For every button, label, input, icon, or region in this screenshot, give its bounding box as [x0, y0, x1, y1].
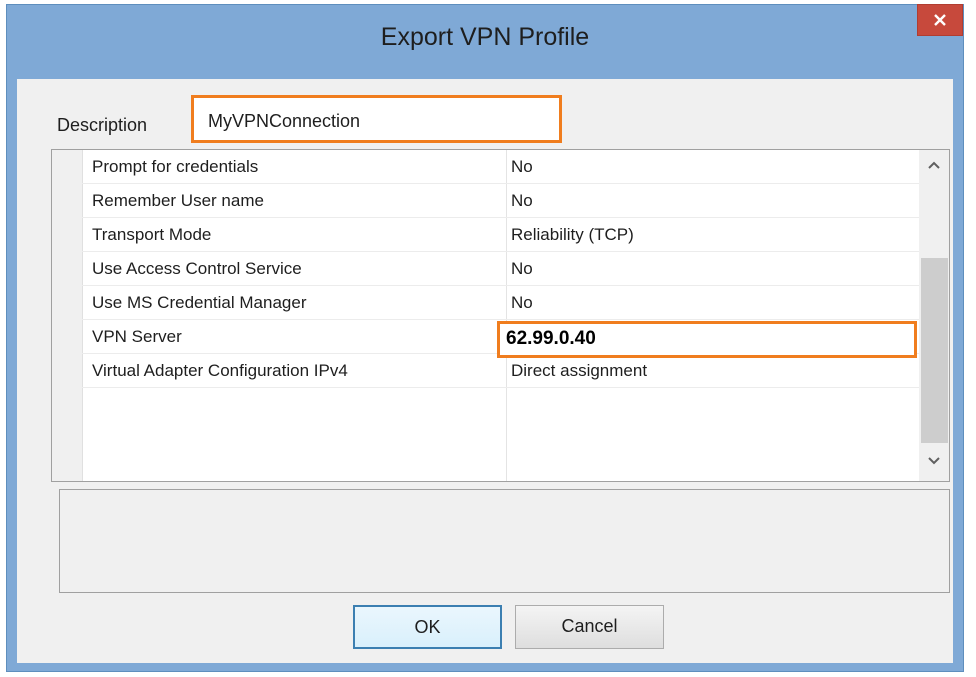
- property-row-remember-user-name[interactable]: Remember User name No: [82, 184, 920, 218]
- close-button[interactable]: [917, 4, 963, 36]
- property-value[interactable]: No: [511, 191, 533, 211]
- scroll-thumb[interactable]: [921, 258, 948, 443]
- property-name: Remember User name: [92, 191, 264, 210]
- window-title: Export VPN Profile: [380, 23, 590, 51]
- property-value[interactable]: No: [511, 293, 533, 313]
- close-icon: [934, 14, 946, 26]
- property-name: Use MS Credential Manager: [92, 293, 307, 312]
- property-name: Virtual Adapter Configuration IPv4: [92, 361, 348, 380]
- scroll-down-button[interactable]: [919, 446, 949, 480]
- vertical-scrollbar[interactable]: [919, 150, 949, 481]
- property-grid: Prompt for credentials No Remember User …: [51, 149, 950, 482]
- chevron-down-icon: [928, 457, 940, 465]
- property-row-transport-mode[interactable]: Transport Mode Reliability (TCP): [82, 218, 920, 252]
- description-input[interactable]: MyVPNConnection: [191, 95, 562, 143]
- property-value[interactable]: Direct assignment: [511, 361, 647, 381]
- property-row-use-access-control-service[interactable]: Use Access Control Service No: [82, 252, 920, 286]
- property-name: VPN Server: [92, 327, 182, 346]
- export-vpn-profile-dialog: Export VPN Profile Description MyVPNConn…: [6, 4, 964, 672]
- property-name: Transport Mode: [92, 225, 212, 244]
- dialog-body: Description MyVPNConnection Prompt for c…: [17, 79, 953, 663]
- property-row-virtual-adapter-configuration[interactable]: Virtual Adapter Configuration IPv4 Direc…: [82, 354, 920, 388]
- ok-button[interactable]: OK: [353, 605, 502, 649]
- cancel-button[interactable]: Cancel: [515, 605, 664, 649]
- scroll-up-button[interactable]: [919, 150, 949, 184]
- property-value[interactable]: Reliability (TCP): [511, 225, 634, 245]
- description-label: Description: [57, 115, 148, 135]
- property-row-prompt-for-credentials[interactable]: Prompt for credentials No: [82, 150, 920, 184]
- property-name: Prompt for credentials: [92, 157, 259, 176]
- property-name: Use Access Control Service: [92, 259, 302, 278]
- chevron-up-icon: [928, 161, 940, 169]
- property-description-pane: [59, 489, 950, 593]
- property-value[interactable]: No: [511, 157, 533, 177]
- vpn-server-input[interactable]: 62.99.0.40: [497, 321, 917, 358]
- property-grid-gutter: [52, 150, 83, 481]
- property-value[interactable]: No: [511, 259, 533, 279]
- property-row-use-ms-credential-manager[interactable]: Use MS Credential Manager No: [82, 286, 920, 320]
